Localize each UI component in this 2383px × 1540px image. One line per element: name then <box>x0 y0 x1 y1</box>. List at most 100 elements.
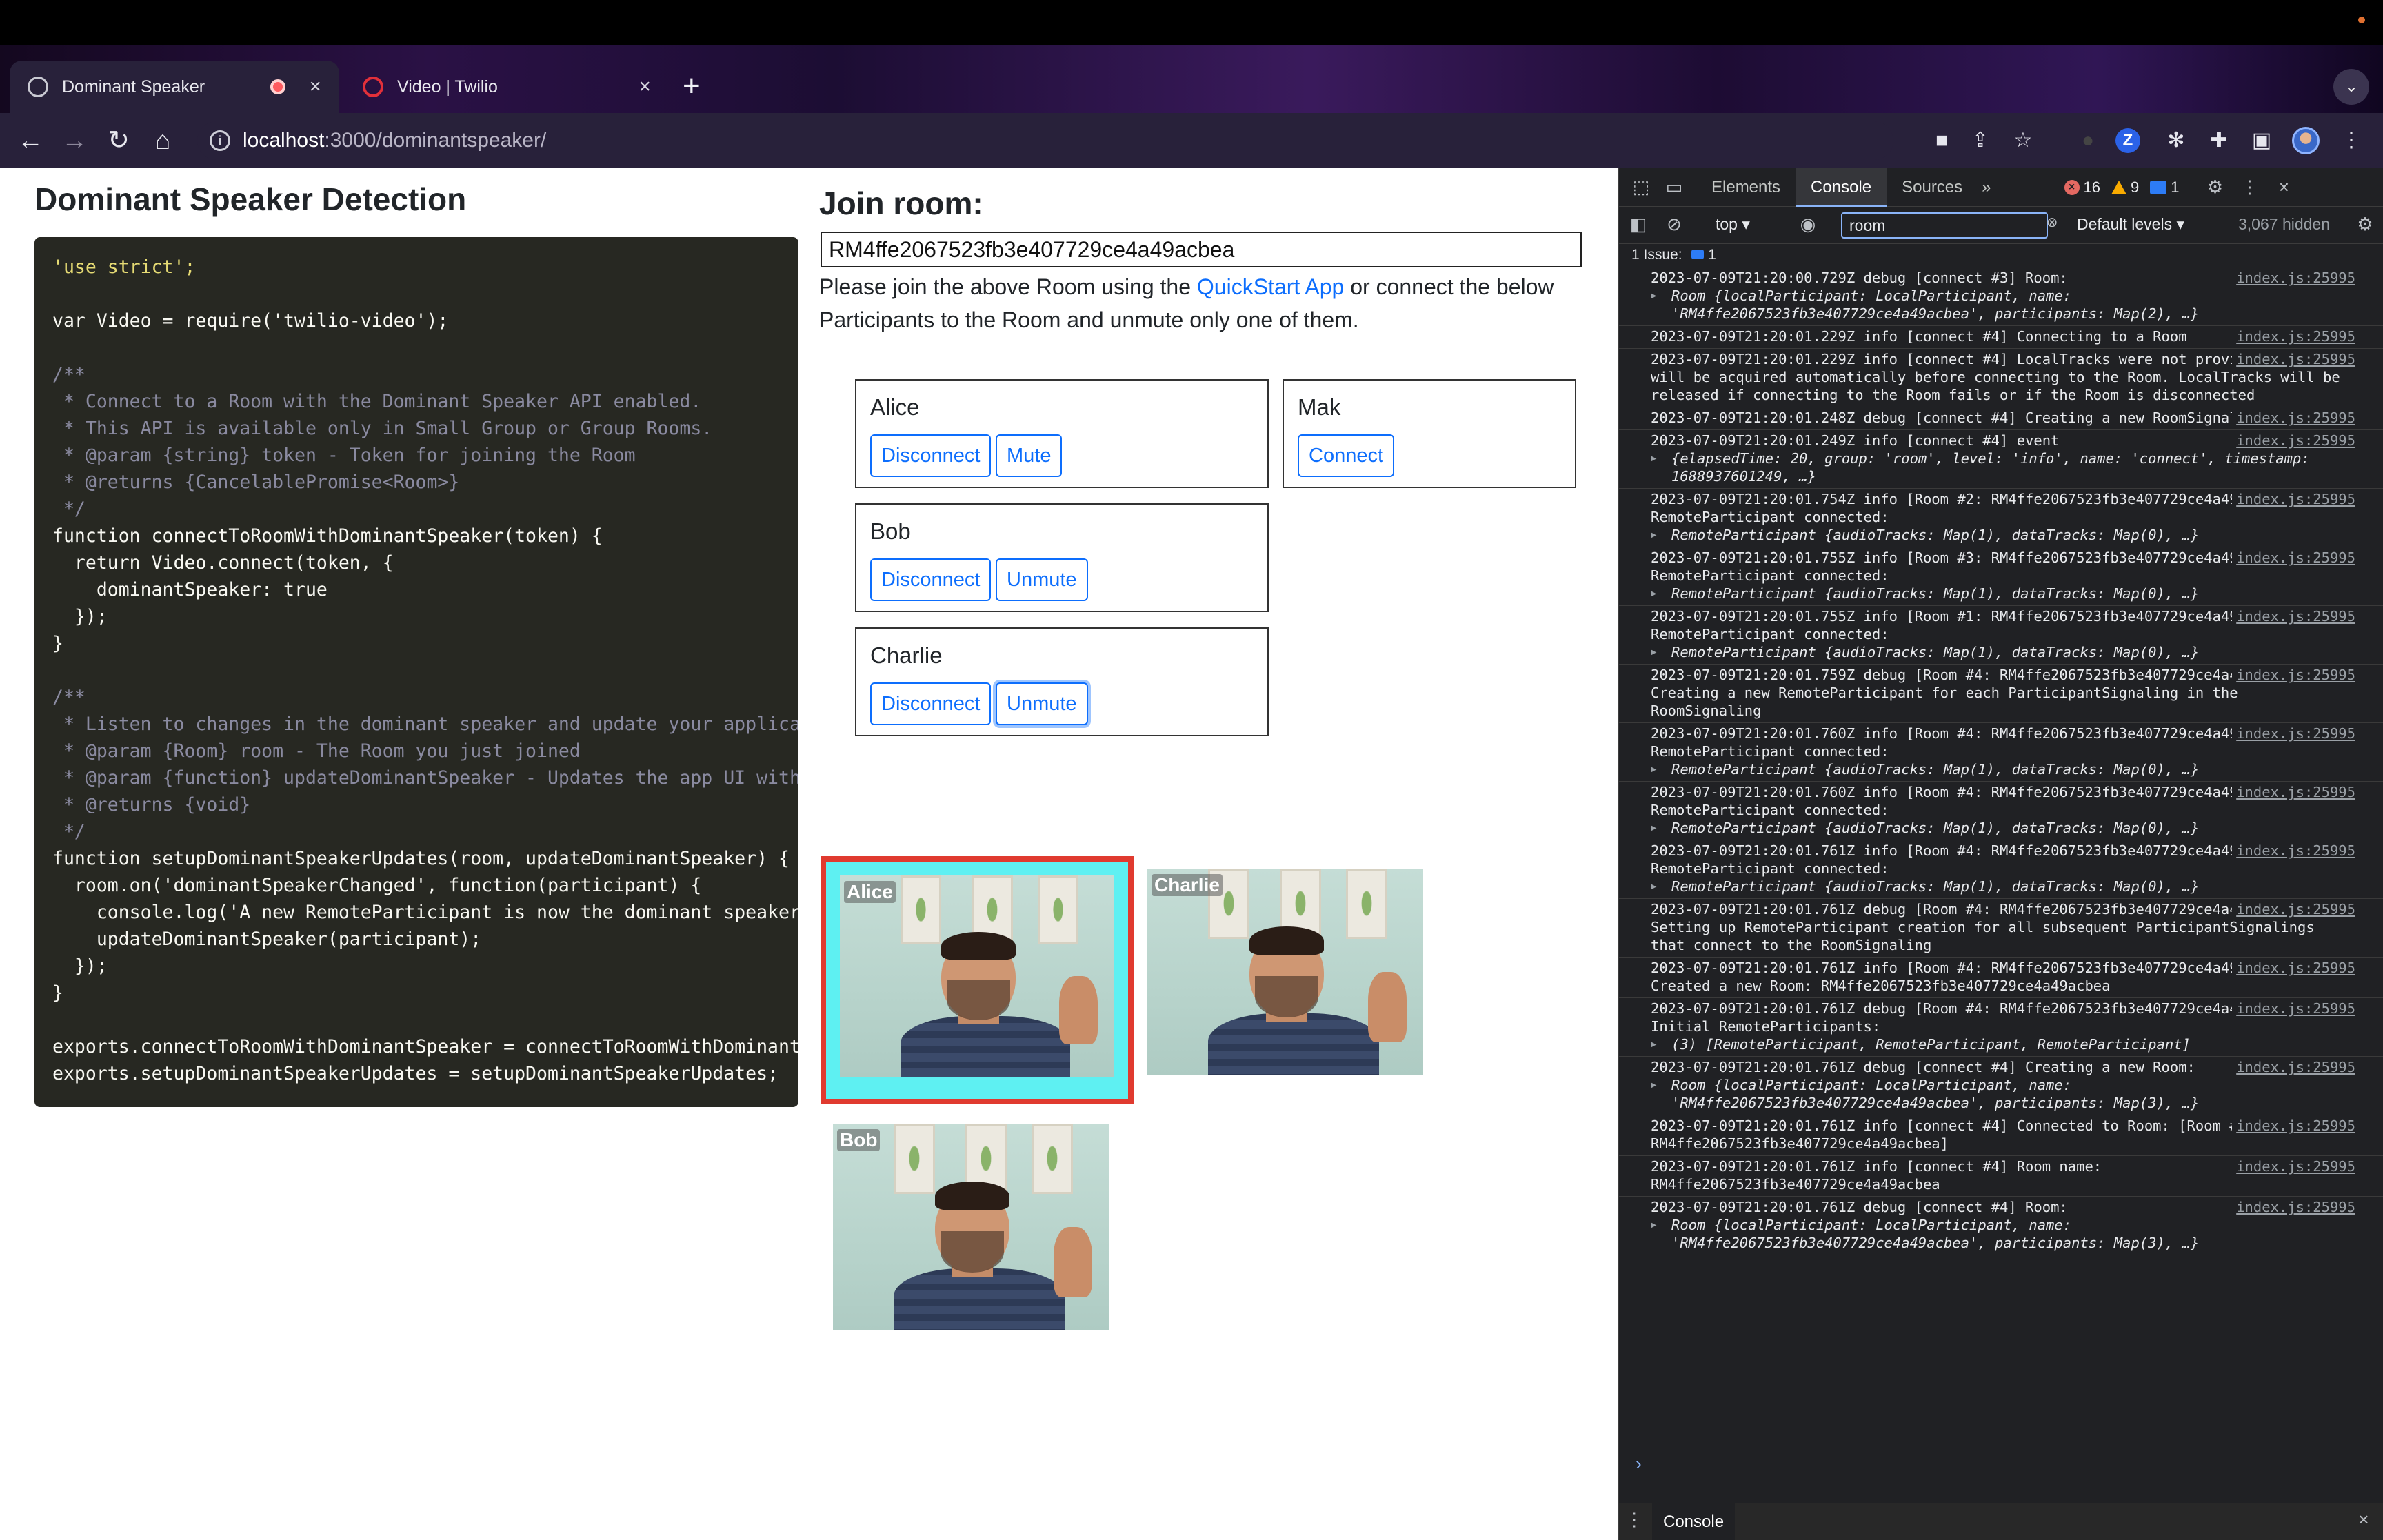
forward-icon[interactable]: → <box>57 123 92 159</box>
source-link[interactable]: index.js:25995 <box>2232 409 2355 427</box>
z-extension-icon[interactable]: Z <box>2115 128 2140 153</box>
source-link[interactable]: index.js:25995 <box>2232 549 2355 567</box>
extensions-puzzle-icon[interactable]: ✚ <box>2204 125 2234 156</box>
devtools-drawer: ⋮ Console × <box>1619 1503 2383 1540</box>
disconnect-button[interactable]: Disconnect <box>870 434 992 477</box>
console-object-preview[interactable]: (3) [RemoteParticipant, RemoteParticipan… <box>1651 1035 2342 1053</box>
site-info-icon[interactable]: i <box>210 130 230 151</box>
source-link[interactable]: index.js:25995 <box>2232 959 2355 977</box>
console-object-preview[interactable]: RemoteParticipant {audioTracks: Map(1), … <box>1651 878 2342 895</box>
source-link[interactable]: index.js:25995 <box>2232 842 2355 860</box>
unmute-button[interactable]: Unmute <box>996 558 1088 601</box>
new-tab-button[interactable]: + <box>683 69 701 103</box>
mute-button[interactable]: Mute <box>996 434 1063 477</box>
context-selector[interactable]: top ▾ <box>1716 215 1750 234</box>
share-icon[interactable]: ⇪ <box>1965 125 1995 156</box>
video-tile-charlie: Charlie <box>1147 869 1423 1075</box>
address-bar[interactable]: i localhost:3000/dominantspeaker/ <box>197 121 1893 160</box>
source-link[interactable]: index.js:25995 <box>2232 350 2355 368</box>
close-devtools-icon[interactable]: × <box>2272 176 2297 198</box>
devtools-menu-icon[interactable]: ⋮ <box>2238 176 2262 198</box>
devtools-tab-console[interactable]: Console <box>1796 168 1887 207</box>
console-message: 2023-07-09T21:20:01.755Z info [Room #3: … <box>1619 547 2383 606</box>
console-filter-input[interactable] <box>1841 212 2048 239</box>
source-link[interactable]: index.js:25995 <box>2232 607 2355 625</box>
disconnect-button[interactable]: Disconnect <box>870 682 992 725</box>
device-toolbar-icon[interactable]: ▭ <box>1662 176 1687 198</box>
source-link[interactable]: index.js:25995 <box>2232 666 2355 684</box>
source-link[interactable]: index.js:25995 <box>2232 269 2355 287</box>
live-expression-eye-icon[interactable]: ◉ <box>1796 214 1820 235</box>
code-line: function setupDominantSpeakerUpdates(roo… <box>52 848 790 869</box>
tab-video-twilio[interactable]: Video | Twilio × <box>345 61 669 113</box>
clear-console-icon[interactable]: ⊘ <box>1662 214 1687 235</box>
error-icon: × <box>2064 179 2080 195</box>
unmute-button[interactable]: Unmute <box>996 682 1088 725</box>
tab-dominant-speaker[interactable]: Dominant Speaker × <box>10 61 339 113</box>
reload-icon[interactable]: ↻ <box>101 123 137 159</box>
source-link[interactable]: index.js:25995 <box>2232 1058 2355 1076</box>
console-message: 2023-07-09T21:20:01.248Z debug [connect … <box>1619 407 2383 430</box>
console-settings-icon[interactable]: ⚙ <box>2353 214 2377 235</box>
camera-icon[interactable]: ■ <box>1927 125 1957 156</box>
source-link[interactable]: index.js:25995 <box>2232 327 2355 345</box>
console-object-preview[interactable]: RemoteParticipant {audioTracks: Map(1), … <box>1651 643 2342 661</box>
side-panel-icon[interactable]: ▣ <box>2246 125 2277 156</box>
console-object-preview[interactable]: {elapsedTime: 20, group: 'room', level: … <box>1651 449 2342 485</box>
quickstart-app-link[interactable]: QuickStart App <box>1197 274 1344 299</box>
disconnect-button[interactable]: Disconnect <box>870 558 992 601</box>
console-prompt-icon[interactable]: › <box>1636 1453 1642 1475</box>
devtools-tab-sources[interactable]: Sources <box>1887 168 1978 207</box>
source-link[interactable]: index.js:25995 <box>2232 783 2355 801</box>
console-message: 2023-07-09T21:20:01.761Z info [connect #… <box>1619 1115 2383 1156</box>
console-object-preview[interactable]: Room {localParticipant: LocalParticipant… <box>1651 1076 2342 1112</box>
clear-filter-icon[interactable]: ⊗ <box>2040 214 2064 231</box>
code-block: 'use strict'; var Video = require('twili… <box>34 237 798 1107</box>
console-object-preview[interactable]: RemoteParticipant {audioTracks: Map(1), … <box>1651 526 2342 544</box>
more-tabs-icon[interactable]: » <box>1978 168 1995 207</box>
source-link[interactable]: index.js:25995 <box>2232 1198 2355 1216</box>
source-link[interactable]: index.js:25995 <box>2232 1117 2355 1135</box>
back-icon[interactable]: ← <box>12 123 48 159</box>
code-line: exports.setupDominantSpeakerUpdates = se… <box>52 1063 778 1084</box>
close-drawer-icon[interactable]: × <box>2351 1509 2376 1530</box>
issue-counters[interactable]: × 16 9 1 <box>2064 179 2180 196</box>
source-link[interactable]: index.js:25995 <box>2232 1000 2355 1017</box>
bookmark-star-icon[interactable]: ☆ <box>2008 125 2038 156</box>
connect-button[interactable]: Connect <box>1298 434 1395 477</box>
drawer-menu-icon[interactable]: ⋮ <box>1622 1509 1647 1530</box>
participant-name: Charlie <box>870 642 943 668</box>
console-message: 2023-07-09T21:20:01.759Z debug [Room #4:… <box>1619 665 2383 723</box>
close-tab-icon[interactable]: × <box>639 75 651 99</box>
tab-search-button[interactable]: ⌄ <box>2333 69 2369 105</box>
source-link[interactable]: index.js:25995 <box>2232 432 2355 449</box>
source-link[interactable]: index.js:25995 <box>2232 725 2355 742</box>
menu-kebab-icon[interactable]: ⋮ <box>2336 125 2366 156</box>
room-sid-input[interactable] <box>821 232 1582 267</box>
profile-avatar[interactable] <box>2292 127 2320 154</box>
code-line: dominantSpeaker: true <box>52 579 328 600</box>
issues-bar[interactable]: 1 Issue: 1 <box>1619 244 2383 267</box>
source-link[interactable]: index.js:25995 <box>2232 1157 2355 1175</box>
console-object-preview[interactable]: RemoteParticipant {audioTracks: Map(1), … <box>1651 585 2342 602</box>
console-object-preview[interactable]: Room {localParticipant: LocalParticipant… <box>1651 287 2342 323</box>
console-object-preview[interactable]: RemoteParticipant {audioTracks: Map(1), … <box>1651 760 2342 778</box>
close-tab-icon[interactable]: × <box>309 75 321 99</box>
source-link[interactable]: index.js:25995 <box>2232 490 2355 508</box>
issues-label: 1 Issue: <box>1631 247 1682 263</box>
extension-dark-icon[interactable]: ● <box>2073 125 2103 156</box>
video-label: Alice <box>844 881 896 903</box>
console-object-preview[interactable]: Room {localParticipant: LocalParticipant… <box>1651 1216 2342 1252</box>
log-levels-dropdown[interactable]: Default levels ▾ <box>2077 215 2184 234</box>
devtools-tab-elements[interactable]: Elements <box>1696 168 1796 207</box>
drawer-tab-console[interactable]: Console <box>1652 1503 1736 1540</box>
inspect-element-icon[interactable]: ⬚ <box>1629 176 1653 198</box>
console-message: 2023-07-09T21:20:01.761Z debug [connect … <box>1619 1057 2383 1115</box>
participant-card-alice: Alice Disconnect Mute <box>855 379 1269 488</box>
console-object-preview[interactable]: RemoteParticipant {audioTracks: Map(1), … <box>1651 819 2342 837</box>
source-link[interactable]: index.js:25995 <box>2232 900 2355 918</box>
home-icon[interactable]: ⌂ <box>145 123 181 159</box>
sidebar-toggle-icon[interactable]: ◧ <box>1626 214 1651 235</box>
settings-gear-icon[interactable]: ⚙ <box>2203 176 2228 198</box>
react-extension-icon[interactable]: ✻ <box>2161 125 2191 156</box>
